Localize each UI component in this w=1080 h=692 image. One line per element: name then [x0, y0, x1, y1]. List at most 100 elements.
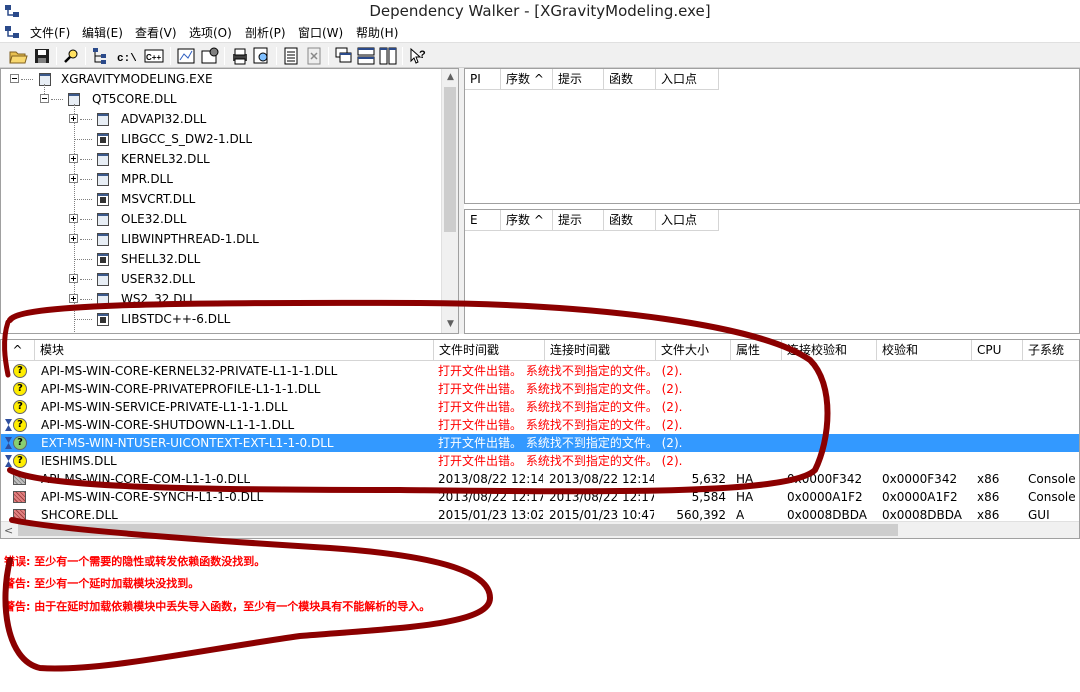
hint-column-header[interactable]: 提示: [553, 69, 604, 90]
collapse-icon[interactable]: [40, 94, 49, 103]
tree-node-dependency[interactable]: ADVAPI32.DLL: [1, 109, 441, 129]
print-icon[interactable]: [230, 46, 250, 66]
find-icon[interactable]: [62, 46, 82, 66]
c-path-icon[interactable]: c:\: [116, 46, 136, 66]
list-icon[interactable]: [282, 46, 302, 66]
tree-node-dependency[interactable]: LIBGCC_S_DW2-1.DLL: [1, 129, 441, 149]
tree-node-dependency[interactable]: KERNEL32.DLL: [1, 149, 441, 169]
tree-node-dependency[interactable]: MPR.DLL: [1, 169, 441, 189]
attributes-column-header[interactable]: 属性: [731, 340, 782, 361]
function-column-header[interactable]: 函数: [604, 210, 656, 231]
scroll-left-icon[interactable]: <: [4, 522, 13, 538]
scroll-down-icon[interactable]: ▼: [442, 316, 458, 333]
menu-options[interactable]: 选项(O): [189, 24, 232, 41]
file-timestamp-column-header[interactable]: 文件时间戳: [434, 340, 545, 361]
exports-list[interactable]: E 序数 ^ 提示 函数 入口点: [464, 209, 1080, 334]
function-column-header[interactable]: 函数: [604, 69, 656, 90]
module-row[interactable]: ? API-MS-WIN-SERVICE-PRIVATE-L1-1-1.DLL 打开…: [1, 398, 1079, 416]
tile-vertical-icon[interactable]: [378, 46, 398, 66]
tree-node-dependency[interactable]: OLE32.DLL: [1, 209, 441, 229]
cpp-icon[interactable]: C++: [144, 46, 164, 66]
module-icon: [97, 253, 109, 266]
attributes-cell: HA: [736, 490, 754, 504]
properties-icon[interactable]: [176, 46, 196, 66]
module-row[interactable]: ? API-MS-WIN-CORE-KERNEL32-PRIVATE-L1-1-1…: [1, 362, 1079, 380]
entry-point-column-header[interactable]: 入口点: [656, 69, 719, 90]
expand-icon[interactable]: [69, 234, 78, 243]
module-horizontal-scrollbar[interactable]: <: [1, 521, 1079, 538]
tree-node-dependency[interactable]: SHELL32.DLL: [1, 249, 441, 269]
tree-connector: [80, 299, 92, 300]
expand-icon[interactable]: [69, 154, 78, 163]
help-icon[interactable]: ?: [408, 46, 428, 66]
module-list[interactable]: ^ 模块 文件时间戳 连接时间戳 文件大小 属性 连接校验和 校验和 CPU 子…: [0, 339, 1080, 539]
open-icon[interactable]: [8, 46, 28, 66]
menu-help[interactable]: 帮助(H): [356, 24, 398, 41]
menu-view[interactable]: 查看(V): [135, 24, 177, 41]
tree-icon[interactable]: [91, 46, 111, 66]
tree-node-label: USER32.DLL: [121, 272, 196, 286]
module-row[interactable]: ? API-MS-WIN-CORE-SHUTDOWN-L1-1-1.DLL 打开文件…: [1, 416, 1079, 434]
scroll-up-icon[interactable]: ▲: [442, 69, 458, 86]
expand-icon[interactable]: [69, 114, 78, 123]
module-dependency-tree[interactable]: XGRAVITYMODELING.EXE QT5CORE.DLL ADVAPI32.…: [0, 68, 459, 334]
cascade-icon[interactable]: [334, 46, 354, 66]
scroll-thumb[interactable]: [18, 524, 898, 536]
search-icon[interactable]: [252, 46, 272, 66]
e-column-header[interactable]: E: [465, 210, 501, 231]
checksum-column-header[interactable]: 校验和: [877, 340, 972, 361]
expand-icon[interactable]: [69, 174, 78, 183]
module-column-header[interactable]: 模块: [35, 340, 434, 361]
file-size-column-header[interactable]: 文件大小: [656, 340, 731, 361]
tree-node-dependency[interactable]: MSVCRT.DLL: [1, 189, 441, 209]
module-name-cell: API-MS-WIN-CORE-SYNCH-L1-1-0.DLL: [41, 490, 264, 504]
module-row[interactable]: ? API-MS-WIN-CORE-PRIVATEPROFILE-L1-1-1.D…: [1, 380, 1079, 398]
ordinal-column-header[interactable]: 序数 ^: [501, 210, 553, 231]
menu-profile[interactable]: 剖析(P): [245, 24, 286, 41]
module-row[interactable]: API-MS-WIN-CORE-SYNCH-L1-1-0.DLL 2013/08/…: [1, 488, 1079, 506]
tile-horizontal-icon[interactable]: [356, 46, 376, 66]
link-timestamp-column-header[interactable]: 连接时间戳: [545, 340, 656, 361]
log-pane: 错误: 至少有一个需要的隐性或转发依赖函数没找到。 警告: 至少有一个延时加载模…: [0, 544, 1080, 692]
tree-node-root[interactable]: XGRAVITYMODELING.EXE: [1, 69, 441, 89]
module-row[interactable]: ? IESHIMS.DLL 打开文件出错。 系统找不到指定的文件。 (2).: [1, 452, 1079, 470]
menu-edit[interactable]: 编辑(E): [82, 24, 123, 41]
options-icon[interactable]: [200, 46, 220, 66]
link-checksum-column-header[interactable]: 连接校验和: [782, 340, 877, 361]
cpu-column-header[interactable]: CPU: [972, 340, 1023, 361]
scroll-thumb[interactable]: [444, 87, 456, 232]
hint-column-header[interactable]: 提示: [553, 210, 604, 231]
parent-imports-list[interactable]: PI 序数 ^ 提示 函数 入口点: [464, 68, 1080, 204]
tree-node-dependency[interactable]: LIBWINPTHREAD-1.DLL: [1, 229, 441, 249]
tree-vertical-scrollbar[interactable]: ▲ ▼: [441, 69, 458, 333]
module-row[interactable]: API-MS-WIN-CORE-COM-L1-1-0.DLL 2013/08/22…: [1, 470, 1079, 488]
cancel-icon[interactable]: [305, 46, 325, 66]
missing-module-icon: ?: [13, 454, 27, 468]
expand-icon[interactable]: [69, 274, 78, 283]
save-icon[interactable]: [32, 46, 52, 66]
module-icon: [97, 273, 109, 286]
collapse-icon[interactable]: [10, 74, 19, 83]
menu-file[interactable]: 文件(F): [30, 24, 70, 41]
expand-icon[interactable]: [69, 294, 78, 303]
tree-node-child[interactable]: QT5CORE.DLL: [1, 89, 441, 109]
module-row[interactable]: ? EXT-MS-WIN-NTUSER-UICONTEXT-EXT-L1-1-0.…: [1, 434, 1079, 452]
menu-window[interactable]: 窗口(W): [298, 24, 343, 41]
subsystem-column-header[interactable]: 子系统: [1023, 340, 1079, 361]
tree-node-dependency[interactable]: WS2_32.DLL: [1, 289, 441, 309]
sort-column-header[interactable]: ^: [1, 340, 35, 361]
error-message-cell: 打开文件出错。 系统找不到指定的文件。 (2).: [438, 436, 683, 450]
tree-connector: [80, 119, 92, 120]
tree-connector: [80, 159, 92, 160]
hourglass-icon: [5, 419, 12, 431]
entry-point-column-header[interactable]: 入口点: [656, 210, 719, 231]
tree-node-label: XGRAVITYMODELING.EXE: [61, 72, 213, 86]
pi-column-header[interactable]: PI: [465, 69, 501, 90]
tree-connector: [80, 239, 92, 240]
ordinal-column-header[interactable]: 序数 ^: [501, 69, 553, 90]
mdi-child-icon[interactable]: [4, 24, 20, 40]
expand-icon[interactable]: [69, 214, 78, 223]
module-name-cell: API-MS-WIN-CORE-SHUTDOWN-L1-1-1.DLL: [41, 418, 295, 432]
tree-node-dependency[interactable]: USER32.DLL: [1, 269, 441, 289]
tree-node-dependency[interactable]: LIBSTDC++-6.DLL: [1, 309, 441, 329]
